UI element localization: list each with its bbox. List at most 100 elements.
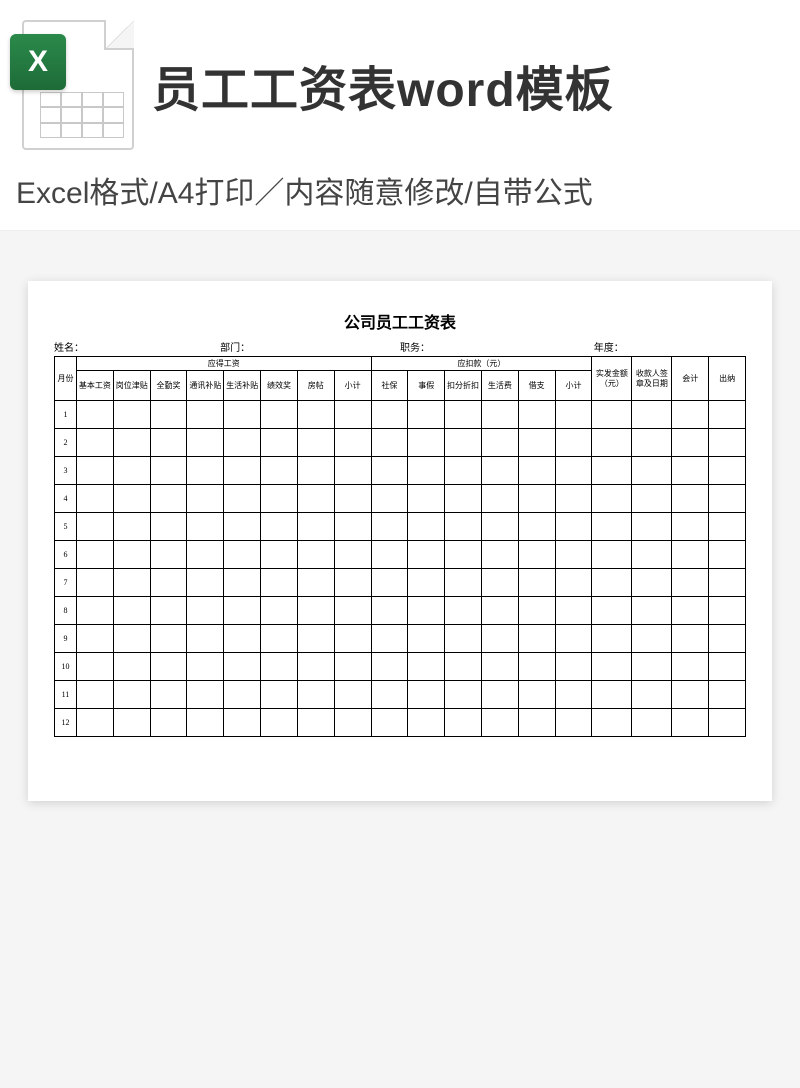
cell — [113, 513, 150, 541]
cell — [445, 681, 482, 709]
cell — [371, 429, 408, 457]
table-row: 1 — [55, 401, 746, 429]
cell — [632, 569, 672, 597]
cell — [555, 513, 592, 541]
cell — [113, 541, 150, 569]
table-row: 6 — [55, 541, 746, 569]
cell — [592, 541, 632, 569]
cell — [334, 597, 371, 625]
cell — [592, 457, 632, 485]
cell — [709, 513, 746, 541]
row-month: 5 — [55, 513, 77, 541]
table-row: 12 — [55, 709, 746, 737]
document-sheet: 公司员工工资表 姓名： 部门： 职务： 年度： 月份 应得工资 应扣款（元 — [28, 281, 772, 801]
cell — [187, 401, 224, 429]
cell — [632, 457, 672, 485]
table-row: 4 — [55, 485, 746, 513]
cell — [334, 653, 371, 681]
cell — [445, 457, 482, 485]
cell — [709, 625, 746, 653]
cell — [555, 709, 592, 737]
cell — [518, 401, 555, 429]
cell — [297, 709, 334, 737]
row-month: 10 — [55, 653, 77, 681]
group-due-pay: 应得工资 — [77, 357, 372, 371]
cell — [672, 513, 709, 541]
cell — [187, 457, 224, 485]
table-row: 7 — [55, 569, 746, 597]
cell — [261, 513, 298, 541]
cell — [150, 485, 187, 513]
cell — [297, 653, 334, 681]
cell — [297, 569, 334, 597]
cell — [261, 401, 298, 429]
cell — [709, 653, 746, 681]
cell — [592, 513, 632, 541]
cell — [150, 541, 187, 569]
cell — [632, 653, 672, 681]
cell — [445, 653, 482, 681]
cell — [632, 681, 672, 709]
cell — [555, 429, 592, 457]
cell — [481, 569, 518, 597]
cell — [408, 625, 445, 653]
cell — [261, 429, 298, 457]
cell — [187, 429, 224, 457]
cell — [224, 429, 261, 457]
cell — [408, 429, 445, 457]
cell — [632, 485, 672, 513]
table-row: 2 — [55, 429, 746, 457]
cell — [518, 541, 555, 569]
format-description: Excel格式/A4打印／内容随意修改/自带公式 — [0, 160, 800, 231]
cell — [555, 597, 592, 625]
cell — [371, 541, 408, 569]
cell — [408, 485, 445, 513]
cell — [187, 485, 224, 513]
cell — [481, 653, 518, 681]
cell — [334, 485, 371, 513]
cell — [518, 569, 555, 597]
info-row: 姓名： 部门： 职务： 年度： — [54, 339, 746, 354]
cell — [297, 625, 334, 653]
cell — [555, 681, 592, 709]
col-due-4: 生活补贴 — [224, 371, 261, 401]
cell — [77, 681, 114, 709]
row-month: 6 — [55, 541, 77, 569]
cell — [672, 709, 709, 737]
cell — [371, 569, 408, 597]
cell — [592, 653, 632, 681]
cell — [672, 625, 709, 653]
cell — [632, 401, 672, 429]
col-actual: 实发金额（元） — [592, 357, 632, 401]
cell — [224, 625, 261, 653]
cell — [150, 681, 187, 709]
cell — [481, 541, 518, 569]
col-due-0: 基本工资 — [77, 371, 114, 401]
col-due-7: 小计 — [334, 371, 371, 401]
row-month: 2 — [55, 429, 77, 457]
row-month: 9 — [55, 625, 77, 653]
col-accountant: 会计 — [672, 357, 709, 401]
cell — [113, 569, 150, 597]
cell — [632, 597, 672, 625]
cell — [224, 569, 261, 597]
cell — [187, 541, 224, 569]
cell — [481, 625, 518, 653]
cell — [371, 457, 408, 485]
cell — [518, 681, 555, 709]
cell — [187, 653, 224, 681]
cell — [334, 541, 371, 569]
cell — [592, 681, 632, 709]
row-month: 7 — [55, 569, 77, 597]
cell — [592, 429, 632, 457]
cell — [408, 653, 445, 681]
cell — [518, 513, 555, 541]
cell — [709, 401, 746, 429]
cell — [709, 485, 746, 513]
cell — [592, 401, 632, 429]
cell — [445, 429, 482, 457]
table-row: 9 — [55, 625, 746, 653]
cell — [297, 429, 334, 457]
cell — [334, 681, 371, 709]
cell — [297, 681, 334, 709]
